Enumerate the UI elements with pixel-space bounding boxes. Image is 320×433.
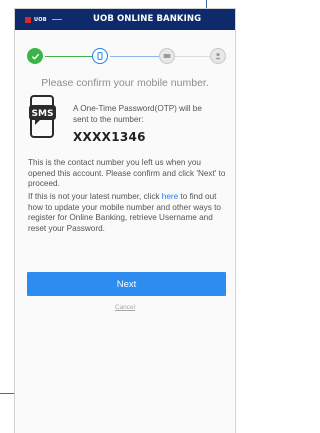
sms-phone-icon: SMS xyxy=(29,95,56,138)
phone-icon xyxy=(97,52,103,60)
uob-logo: UOB xyxy=(25,14,62,25)
step-2-current xyxy=(92,48,108,64)
confirm-prompt: Please confirm your mobile number. xyxy=(41,77,209,89)
sms-label: SMS xyxy=(32,109,54,119)
person-icon xyxy=(215,52,221,60)
otp-message: A One-Time Password(OTP) will be sent to… xyxy=(73,104,223,125)
logo-text: UOB xyxy=(34,16,47,23)
next-button[interactable]: Next xyxy=(27,272,226,296)
logo-divider xyxy=(51,19,62,20)
step-connector xyxy=(110,56,160,57)
header-bar: UOB UOB ONLINE BANKING xyxy=(15,9,235,30)
app-title: UOB ONLINE BANKING xyxy=(93,14,202,24)
otp-line-2: sent to the number: xyxy=(73,114,144,124)
update-number-text: If this is not your latest number, click… xyxy=(28,192,228,235)
step-3-pending xyxy=(159,48,175,64)
here-link[interactable]: here xyxy=(162,192,178,201)
update-text-before: If this is not your latest number, click xyxy=(28,192,162,201)
step-connector xyxy=(45,56,93,57)
otp-line-1: A One-Time Password(OTP) will be xyxy=(73,104,202,113)
masked-mobile-number: XXXX1346 xyxy=(73,130,146,144)
cancel-link[interactable]: Cancel xyxy=(15,304,235,311)
card-icon xyxy=(163,54,171,58)
step-4-pending xyxy=(210,48,226,64)
phone-screen: UOB UOB ONLINE BANKING Please confirm yo… xyxy=(14,8,236,433)
logo-mark-icon xyxy=(25,16,31,23)
contact-info-text: This is the contact number you left us w… xyxy=(28,158,226,189)
step-1-complete xyxy=(27,48,43,64)
check-icon xyxy=(31,53,39,60)
